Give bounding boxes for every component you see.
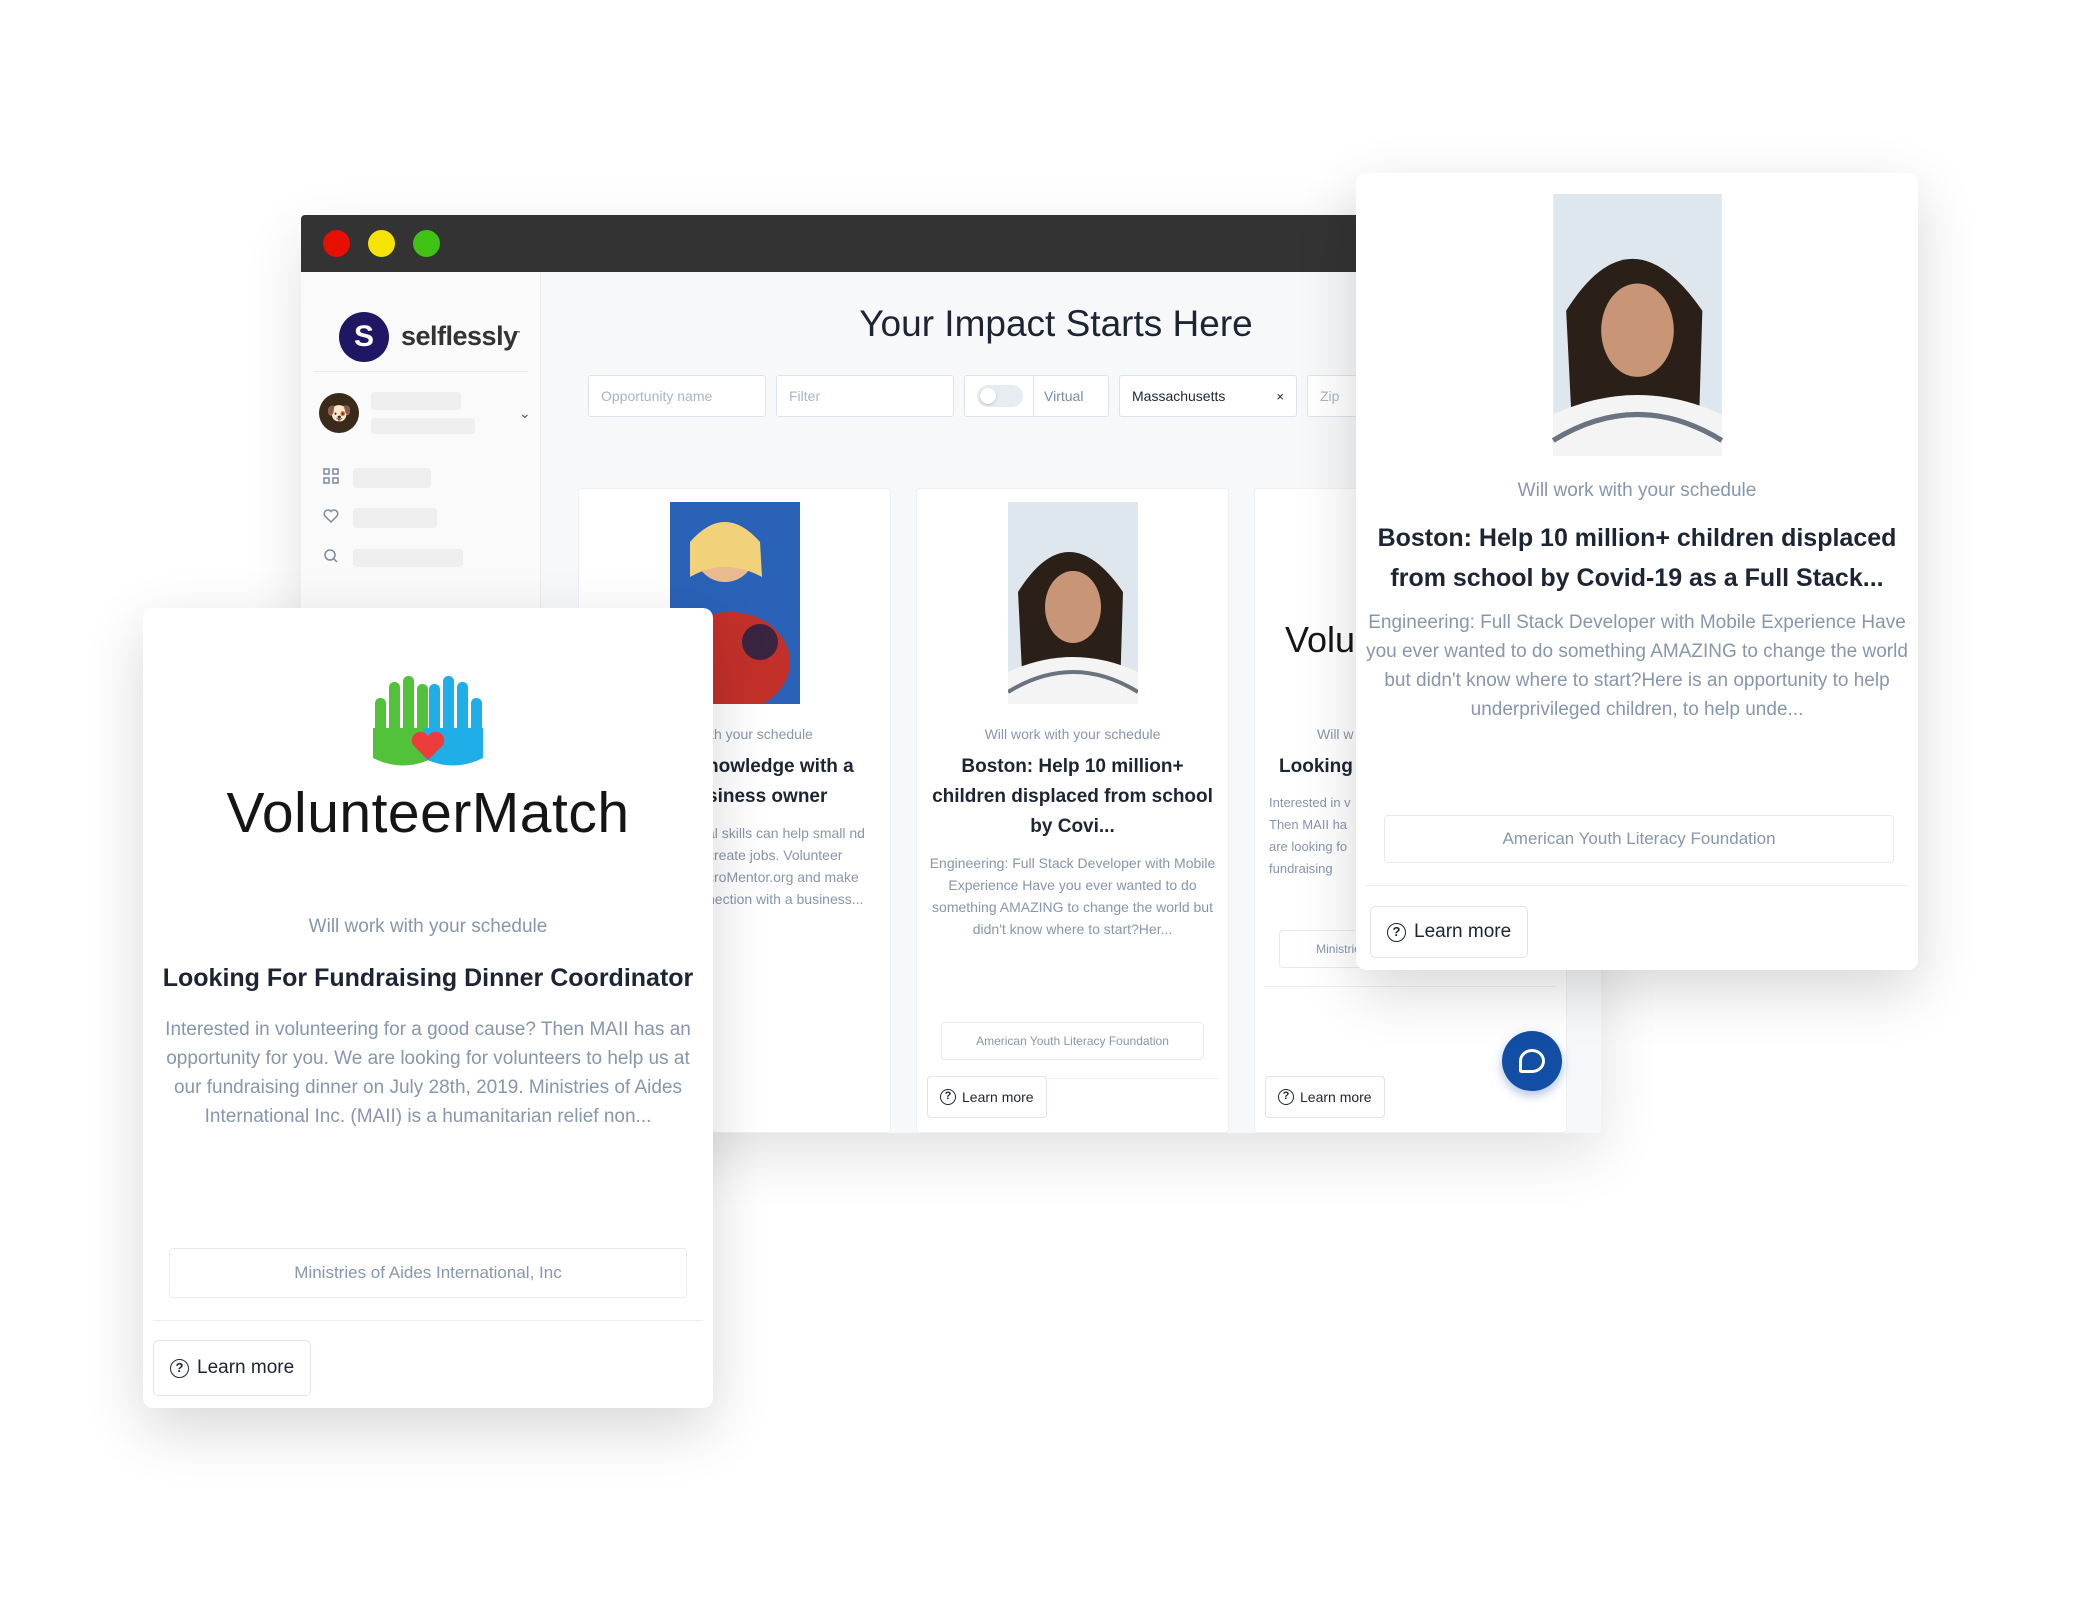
card-image [1550, 194, 1725, 456]
filter-bar: Opportunity name Filter Virtual Massachu… [588, 375, 1387, 417]
user-menu[interactable]: 🐶 ⌄ [301, 372, 540, 434]
learn-more-label: Learn more [1414, 921, 1512, 942]
card-description: Engineering: Full Stack Developer with M… [1366, 612, 1908, 720]
learn-more-button[interactable]: ? Learn more [153, 1340, 312, 1396]
chat-icon [1519, 1049, 1545, 1073]
grid-icon [323, 467, 339, 489]
minimize-window-button[interactable] [368, 230, 395, 257]
avatar: 🐶 [319, 393, 359, 433]
opportunity-name-input[interactable]: Opportunity name [588, 375, 766, 417]
question-circle-icon: ? [940, 1089, 956, 1105]
virtual-label: Virtual [1044, 388, 1084, 404]
brand-mark-icon: S [339, 311, 389, 362]
learn-more-button[interactable]: ? Learn more [1265, 1076, 1385, 1118]
volunteermatch-logo-icon [143, 668, 713, 778]
virtual-toggle[interactable] [977, 385, 1023, 407]
card-title: Looking For Fundraising Dinner Coordinat… [162, 964, 694, 992]
heart-icon [323, 508, 339, 529]
card-description: Interested in v Then MAII ha are looking… [1269, 795, 1351, 876]
state-select[interactable]: Massachusetts × [1119, 375, 1297, 417]
learn-more-button[interactable]: ? Learn more [927, 1076, 1047, 1118]
search-icon [323, 548, 339, 569]
opportunity-card[interactable]: Will work with your schedule Boston: Hel… [916, 488, 1229, 1133]
featured-card-right[interactable]: Will work with your schedule Boston: Hel… [1356, 173, 1918, 970]
card-title: Boston: Help 10 million+ children displa… [1377, 524, 1897, 592]
sidebar-item-search[interactable] [301, 538, 540, 578]
volunteermatch-logo-text: VolunteerMatch [226, 781, 630, 845]
learn-more-label: Learn more [962, 1089, 1034, 1105]
card-image [1006, 502, 1139, 704]
filter-input[interactable]: Filter [776, 375, 954, 417]
state-value: Massachusetts [1132, 388, 1226, 404]
organization-tag[interactable]: American Youth Literacy Foundation [941, 1022, 1204, 1060]
schedule-label: Will work with your schedule [984, 726, 1161, 742]
featured-card-left[interactable]: VolunteerMatch Will work with your sched… [143, 608, 713, 1408]
clear-state-icon[interactable]: × [1276, 389, 1284, 404]
schedule-label: Will work with your schedule [308, 916, 548, 937]
organization-tag[interactable]: Ministries of Aides International, Inc [169, 1248, 687, 1298]
learn-more-label: Learn more [1300, 1089, 1372, 1105]
organization-tag[interactable]: American Youth Literacy Foundation [1384, 815, 1894, 863]
question-circle-icon: ? [1387, 922, 1406, 942]
learn-more-button[interactable]: ? Learn more [1370, 906, 1529, 958]
card-description: Interested in volunteering for a good ca… [165, 1019, 691, 1127]
brand-logo[interactable]: S selflessly· [313, 272, 528, 372]
question-circle-icon: ? [1278, 1089, 1294, 1105]
learn-more-label: Learn more [197, 1357, 295, 1378]
user-info-placeholder [371, 392, 475, 434]
question-circle-icon: ? [170, 1358, 189, 1378]
schedule-label: Will work with your schedule [1517, 480, 1757, 501]
virtual-toggle-group: Virtual [964, 375, 1109, 417]
sidebar-item-favorites[interactable] [301, 498, 540, 538]
maximize-window-button[interactable] [413, 230, 440, 257]
close-window-button[interactable] [323, 230, 350, 257]
brand-name: selflessly· [401, 321, 521, 351]
card-description: Engineering: Full Stack Developer with M… [929, 855, 1216, 937]
chevron-down-icon[interactable]: ⌄ [519, 405, 531, 422]
card-title: Boston: Help 10 million+ children displa… [932, 756, 1213, 837]
chat-button[interactable] [1502, 1031, 1562, 1091]
sidebar-item-dashboard[interactable] [301, 458, 540, 498]
